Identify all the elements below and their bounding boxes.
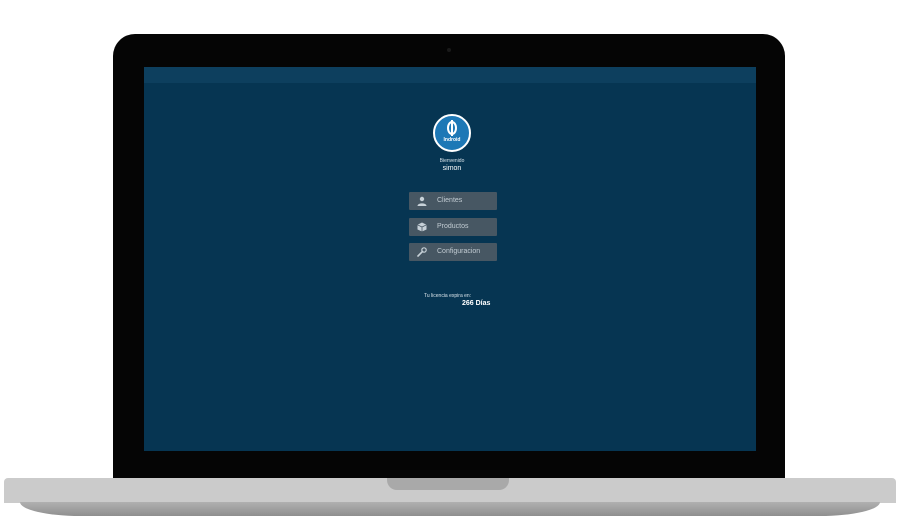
clientes-label: Clientes: [437, 197, 463, 204]
license-label: Tu licencia expira en:: [424, 293, 472, 299]
lid-notch: [387, 478, 509, 490]
clientes-button[interactable]: Clientes: [409, 192, 497, 210]
box-icon: [417, 222, 427, 232]
app-logo: Indroid: [433, 114, 471, 152]
laptop-base: [0, 478, 900, 517]
productos-label: Productos: [437, 223, 469, 230]
base-bottom: [20, 502, 880, 516]
top-bar: [144, 67, 756, 83]
welcome-text: Bienvenido: [439, 158, 465, 164]
username-text: simon: [442, 165, 462, 172]
user-icon: [417, 196, 427, 206]
configuracion-button[interactable]: Configuracion: [409, 243, 497, 261]
wrench-icon: [417, 247, 427, 257]
logo-glyph-icon: [447, 120, 457, 136]
laptop-mockup: Indroid Bienvenido simon Clientes Produc…: [0, 0, 900, 517]
logo-text: Indroid: [443, 137, 461, 143]
camera-dot: [447, 48, 451, 52]
configuracion-label: Configuracion: [437, 248, 481, 255]
license-days: 266 Días: [462, 300, 491, 307]
productos-button[interactable]: Productos: [409, 218, 497, 236]
app-screen: Indroid Bienvenido simon Clientes Produc…: [144, 67, 756, 451]
